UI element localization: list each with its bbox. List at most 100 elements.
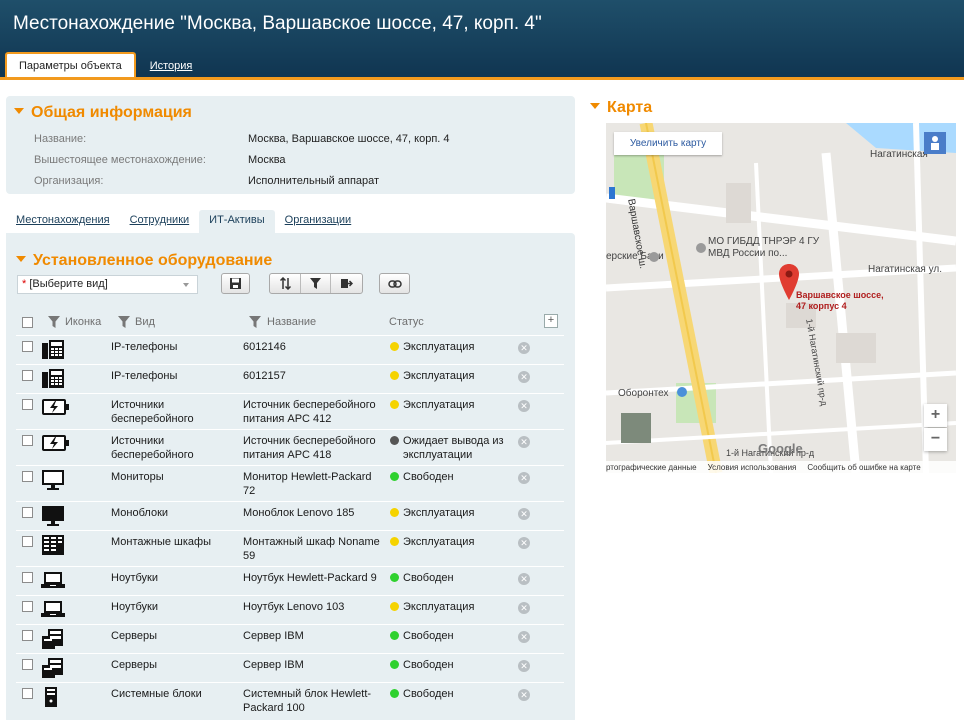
header-accent-line <box>0 77 964 80</box>
remove-row-icon[interactable]: ✕ <box>518 472 530 484</box>
remove-row-icon[interactable]: ✕ <box>518 573 530 585</box>
remove-row-icon[interactable]: ✕ <box>518 400 530 412</box>
map-report-link[interactable]: Сообщить об ошибке на карте <box>807 463 920 472</box>
row-checkbox[interactable] <box>22 435 33 446</box>
poi-icon <box>696 243 706 253</box>
row-checkbox[interactable] <box>22 507 33 518</box>
row-checkbox[interactable] <box>22 341 33 352</box>
street-view-pegman-icon[interactable] <box>924 132 946 154</box>
cell-type: Источники бесперебойного <box>111 435 194 461</box>
save-icon <box>230 278 241 289</box>
collapse-triangle-icon <box>16 255 26 262</box>
cell-name[interactable]: Сервер IBM <box>243 658 383 672</box>
row-separator <box>16 501 564 502</box>
cell-name[interactable]: Сервер IBM <box>243 629 383 643</box>
remove-row-icon[interactable]: ✕ <box>518 508 530 520</box>
row-checkbox[interactable] <box>22 601 33 612</box>
cell-status: Свободен <box>403 471 454 483</box>
col-header-icon[interactable]: Иконка <box>65 316 101 328</box>
street-label: Нагатинская ул. <box>868 264 942 275</box>
cell-name[interactable]: Ноутбук Lenovo 103 <box>243 600 383 614</box>
status-dot-icon <box>390 342 399 351</box>
remove-row-icon[interactable]: ✕ <box>518 602 530 614</box>
status-dot-icon <box>390 602 399 611</box>
tab-employees[interactable]: Сотрудники <box>120 210 200 233</box>
remove-row-icon[interactable]: ✕ <box>518 371 530 383</box>
filter-icon <box>310 278 321 289</box>
export-button[interactable] <box>331 274 361 293</box>
row-checkbox[interactable] <box>22 370 33 381</box>
cell-name[interactable]: Моноблок Lenovo 185 <box>243 506 383 520</box>
remove-row-icon[interactable]: ✕ <box>518 436 530 448</box>
system-unit-icon <box>41 686 67 708</box>
server-icon <box>41 628 67 650</box>
cell-name[interactable]: Источник бесперебойного питания APC 418 <box>243 434 383 462</box>
status-dot-icon <box>390 436 399 445</box>
zoom-out-button[interactable]: − <box>924 428 947 451</box>
tab-organizations[interactable]: Организации <box>275 210 362 233</box>
tab-it-assets[interactable]: ИТ-Активы <box>199 210 275 233</box>
row-separator <box>16 653 564 654</box>
view-select[interactable]: * [Выберите вид] <box>17 275 198 294</box>
row-checkbox[interactable] <box>22 688 33 699</box>
map-view[interactable]: Варшавское ш. МО ГИБДД ТНРЭР 4 ГУ МВД Ро… <box>606 123 956 473</box>
remove-row-icon[interactable]: ✕ <box>518 689 530 701</box>
row-separator <box>16 465 564 466</box>
enlarge-map-button[interactable]: Увеличить карту <box>614 132 722 155</box>
tab-locations[interactable]: Местонахождения <box>6 210 120 233</box>
top-tabs: Параметры объекта История <box>5 52 206 80</box>
status-dot-icon <box>390 537 399 546</box>
equipment-heading[interactable]: Установленное оборудование <box>16 252 272 270</box>
cell-name[interactable]: Источник бесперебойного питания APC 412 <box>243 398 383 426</box>
map-marker-label: Варшавское шоссе, 47 корпус 4 <box>796 290 884 311</box>
row-checkbox[interactable] <box>22 630 33 641</box>
remove-row-icon[interactable]: ✕ <box>518 537 530 549</box>
filter-icon[interactable] <box>249 316 261 328</box>
remove-row-icon[interactable]: ✕ <box>518 342 530 354</box>
row-checkbox[interactable] <box>22 471 33 482</box>
map-terms-link[interactable]: Условия использования <box>708 463 797 472</box>
cell-name[interactable]: Системный блок Hewlett-Packard 100 <box>243 687 383 715</box>
col-header-status[interactable]: Статус <box>389 316 424 328</box>
save-button[interactable] <box>221 273 250 294</box>
map-data-link[interactable]: ртографические данные <box>606 463 697 472</box>
link-button[interactable] <box>379 273 410 294</box>
col-header-type[interactable]: Вид <box>135 316 155 328</box>
cell-name[interactable]: 6012146 <box>243 340 383 354</box>
header-bar: Местонахождение "Москва, Варшавское шосс… <box>0 0 964 80</box>
col-header-name[interactable]: Название <box>267 316 316 328</box>
filter-icon[interactable] <box>48 316 60 328</box>
zoom-in-button[interactable]: + <box>924 404 947 427</box>
row-checkbox[interactable] <box>22 572 33 583</box>
ip-phone-icon <box>41 339 67 361</box>
cell-name[interactable]: Монитор Hewlett-Packard 72 <box>243 470 383 498</box>
remove-row-icon[interactable]: ✕ <box>518 660 530 672</box>
select-all-checkbox[interactable] <box>22 317 33 328</box>
field-value-org: Исполнительный аппарат <box>248 175 380 187</box>
row-checkbox[interactable] <box>22 659 33 670</box>
cell-name[interactable]: Монтажный шкаф Noname 59 <box>243 535 383 563</box>
status-dot-icon <box>390 631 399 640</box>
row-separator <box>16 595 564 596</box>
status-dot-icon <box>390 400 399 409</box>
filter-button[interactable] <box>301 274 331 293</box>
tab-object-params[interactable]: Параметры объекта <box>5 52 136 80</box>
filter-icon[interactable] <box>118 316 130 328</box>
sub-tabs: Местонахождения Сотрудники ИТ-Активы Орг… <box>6 210 361 233</box>
general-info-heading[interactable]: Общая информация <box>14 104 192 122</box>
row-separator <box>16 364 564 365</box>
cell-name[interactable]: 6012157 <box>243 369 383 383</box>
row-checkbox[interactable] <box>22 536 33 547</box>
row-checkbox[interactable] <box>22 399 33 410</box>
row-separator <box>16 566 564 567</box>
poi-label-gibdd: МО ГИБДД ТНРЭР 4 ГУ МВД России по... <box>708 236 820 259</box>
cell-name[interactable]: Ноутбук Hewlett-Packard 9 <box>243 571 383 585</box>
cell-type: Системные блоки <box>111 688 202 700</box>
remove-row-icon[interactable]: ✕ <box>518 631 530 643</box>
field-label-org: Организация: <box>34 175 104 187</box>
export-icon <box>340 279 353 288</box>
cell-status: Ожидает вывода из эксплуатации <box>403 435 504 461</box>
sort-button[interactable] <box>271 274 301 293</box>
add-column-button[interactable]: + <box>544 314 558 328</box>
map-heading[interactable]: Карта <box>590 99 652 117</box>
